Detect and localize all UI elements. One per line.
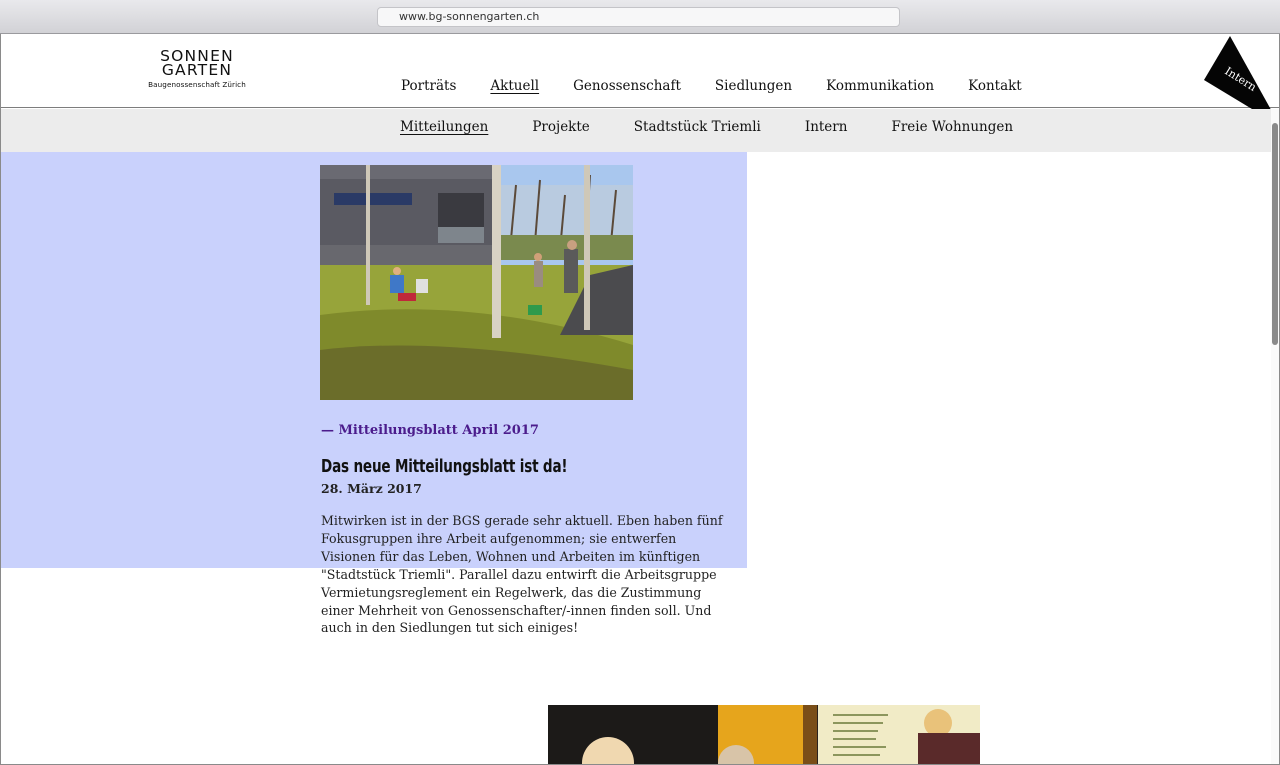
scrollbar-thumb[interactable] <box>1272 123 1278 345</box>
address-bar[interactable]: www.bg-sonnengarten.ch <box>377 7 900 27</box>
subnav-intern[interactable]: Intern <box>805 119 848 135</box>
second-article-photo[interactable] <box>548 705 980 765</box>
site-logo[interactable]: SONNEN GARTEN Baugenossenschaft Zürich <box>147 48 247 89</box>
nav-aktuell[interactable]: Aktuell <box>490 78 539 94</box>
site-header: SONNEN GARTEN Baugenossenschaft Zürich P… <box>1 34 1279 126</box>
subnav-projekte[interactable]: Projekte <box>532 119 589 135</box>
subnav-stadtstueck-triemli[interactable]: Stadtstück Triemli <box>634 119 761 135</box>
page-scrollbar[interactable] <box>1271 109 1279 764</box>
article-body: Mitwirken ist in der BGS gerade sehr akt… <box>321 513 723 636</box>
sub-navigation-bar: Mitteilungen Projekte Stadtstück Triemli… <box>1 109 1271 152</box>
subnav-freie-wohnungen[interactable]: Freie Wohnungen <box>891 119 1013 135</box>
nav-portraets[interactable]: Porträts <box>401 78 456 94</box>
article-date: 28. März 2017 <box>321 481 422 496</box>
article-category[interactable]: — Mitteilungsblatt April 2017 <box>321 423 539 438</box>
nav-kontakt[interactable]: Kontakt <box>968 78 1022 94</box>
article-photo[interactable] <box>320 165 633 400</box>
sub-navigation: Mitteilungen Projekte Stadtstück Triemli… <box>400 119 1057 135</box>
page-viewport: SONNEN GARTEN Baugenossenschaft Zürich P… <box>0 34 1280 765</box>
nav-genossenschaft[interactable]: Genossenschaft <box>573 78 681 94</box>
main-navigation: Porträts Aktuell Genossenschaft Siedlung… <box>401 78 1056 94</box>
browser-toolbar: www.bg-sonnengarten.ch <box>0 0 1280 34</box>
subnav-mitteilungen[interactable]: Mitteilungen <box>400 119 488 135</box>
nav-siedlungen[interactable]: Siedlungen <box>715 78 792 94</box>
logo-tagline: Baugenossenschaft Zürich <box>148 80 246 89</box>
logo-line-2: GARTEN <box>161 61 233 79</box>
nav-kommunikation[interactable]: Kommunikation <box>826 78 934 94</box>
article-headline[interactable]: Das neue Mitteilungsblatt ist da! <box>321 457 568 477</box>
